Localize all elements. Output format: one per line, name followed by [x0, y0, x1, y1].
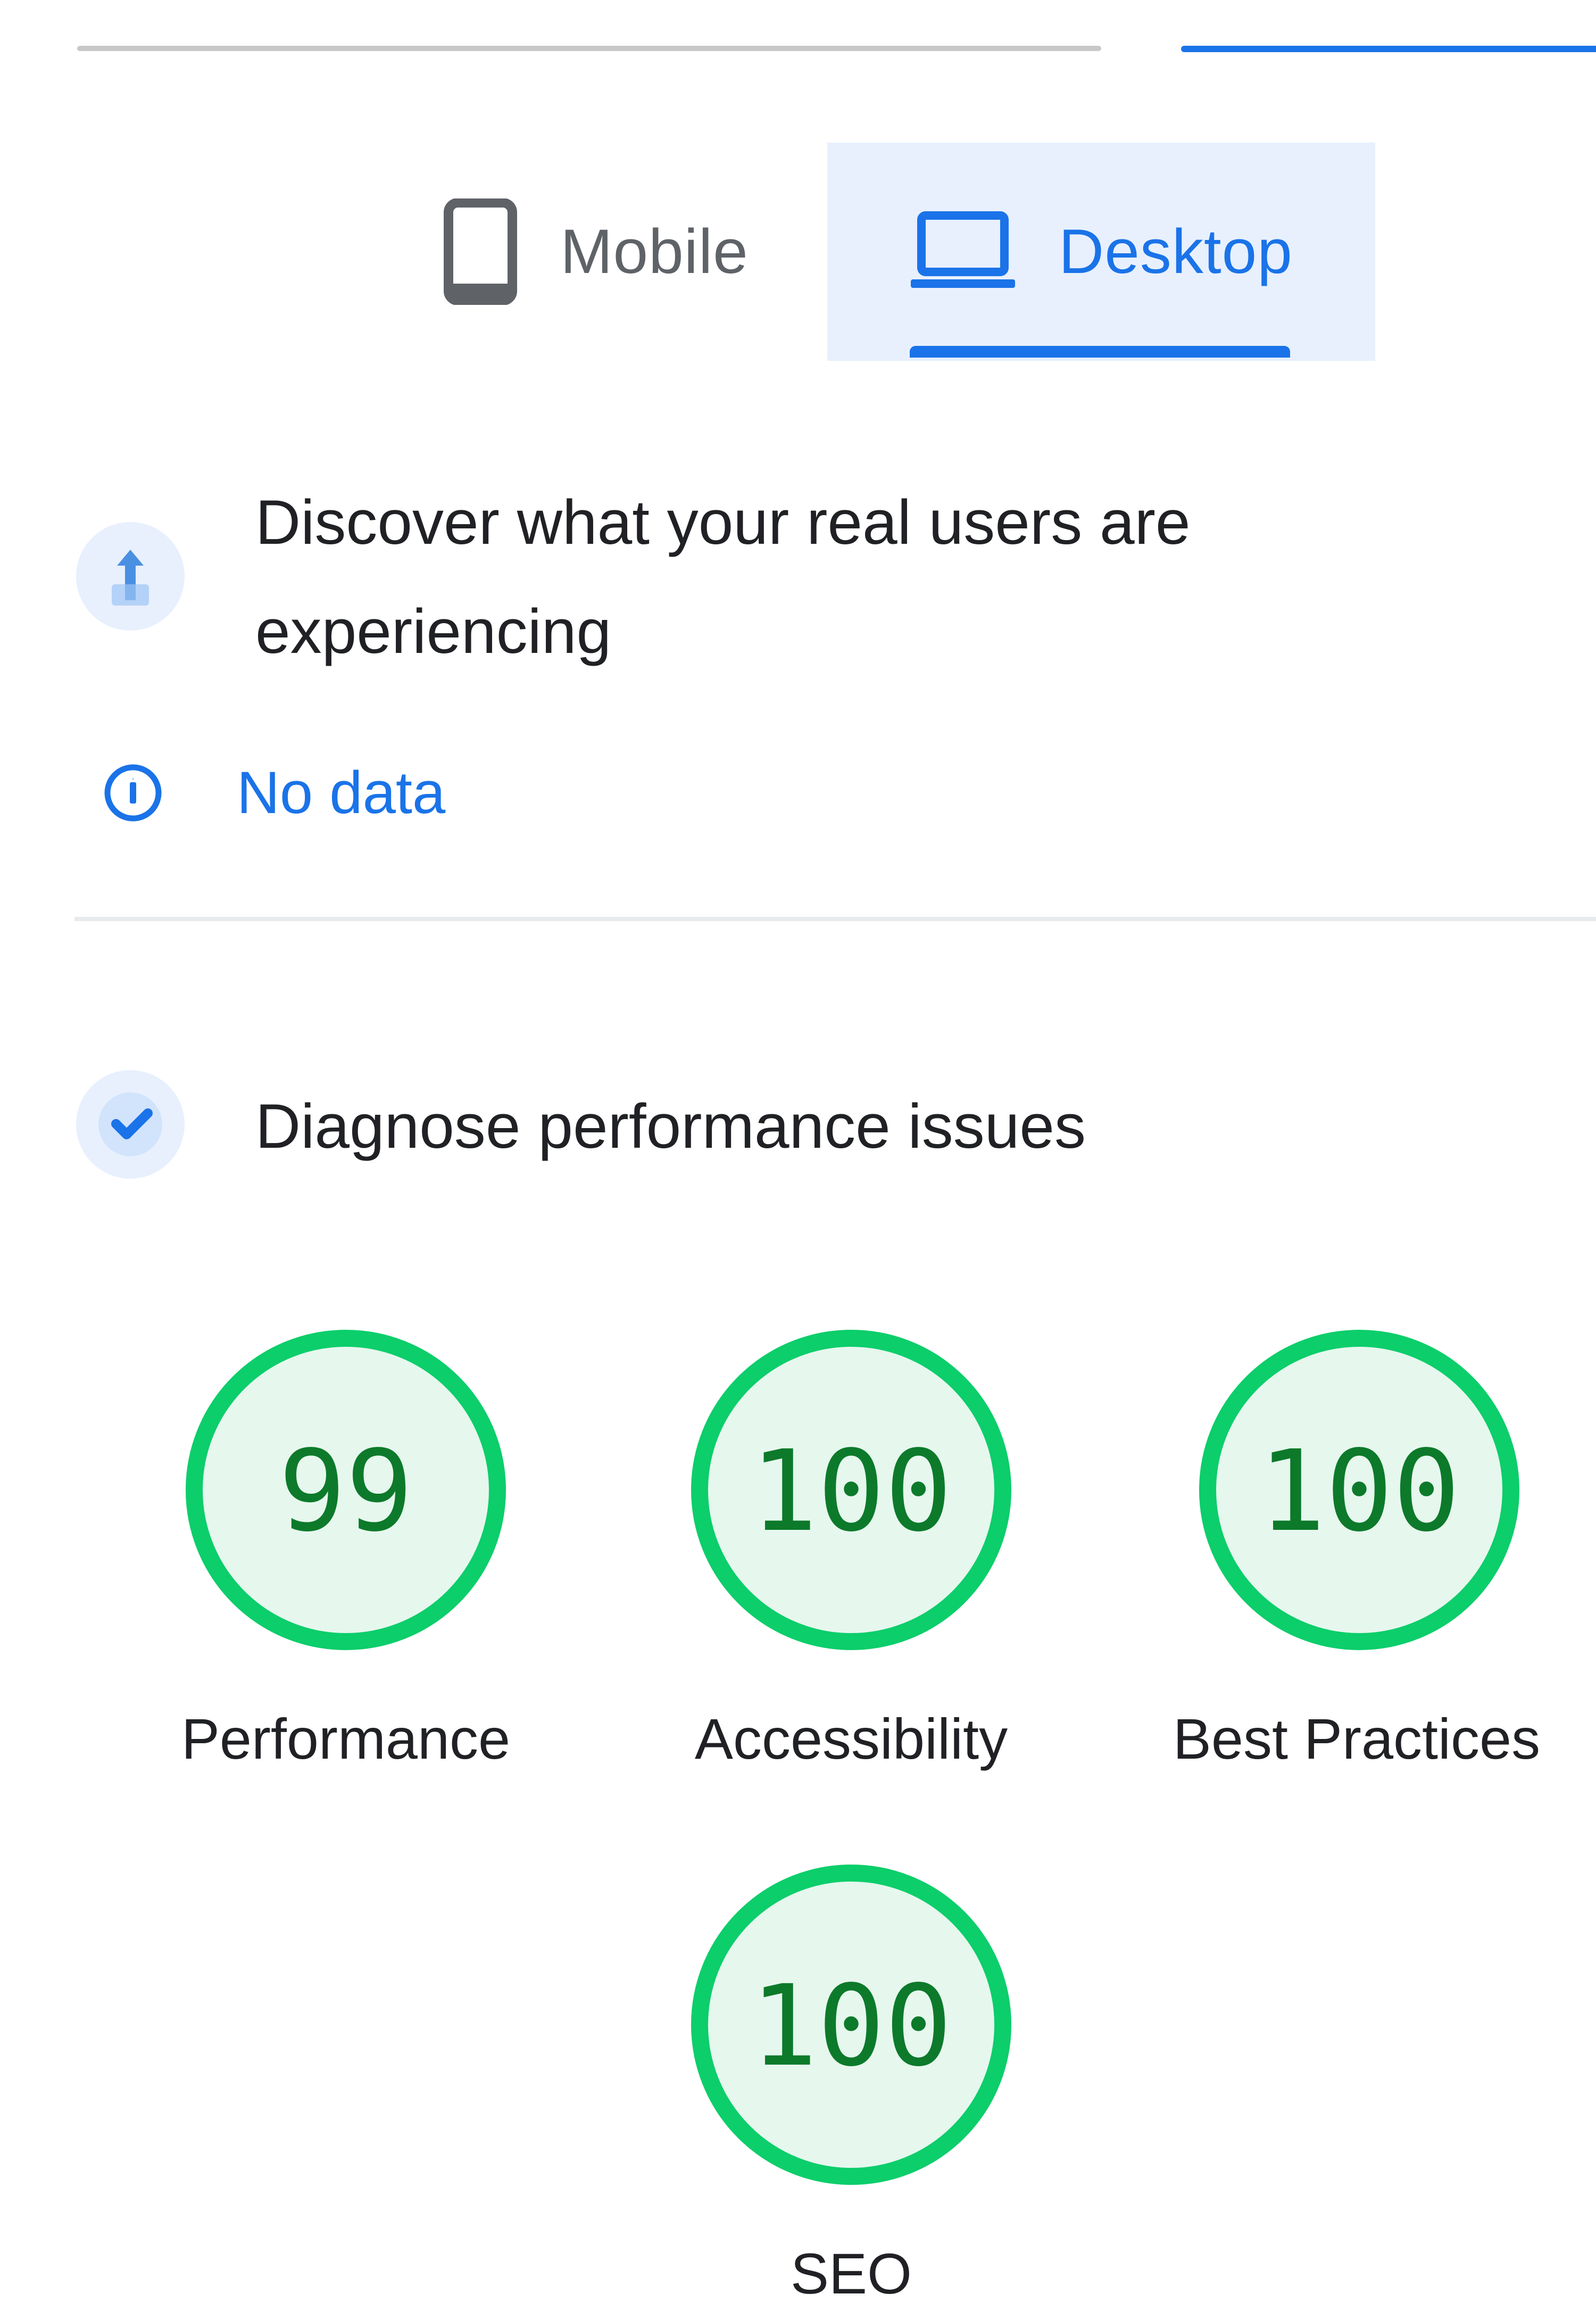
accessibility-label: Accessibility [694, 1707, 1008, 1771]
lab-data-icon [74, 1068, 186, 1180]
field-data-title-line1: Discover what your real users are [255, 487, 1191, 558]
info-icon [104, 764, 162, 821]
tab-strip-active-indicator [1181, 46, 1596, 52]
best-practices-score: 100 [1258, 1426, 1460, 1556]
no-data-label: No data [237, 759, 446, 826]
accessibility-score: 100 [750, 1426, 952, 1556]
laptop-icon [911, 211, 1016, 288]
best-practices-gauge[interactable]: 100 [1194, 1325, 1524, 1655]
accessibility-gauge[interactable]: 100 [686, 1325, 1016, 1655]
lab-data-title: Diagnose performance issues [255, 1091, 1086, 1162]
field-data-title-line2: experiencing [255, 597, 612, 667]
no-data-link[interactable]: No data [101, 758, 445, 827]
phone-icon [444, 198, 518, 305]
seo-label: SEO [790, 2241, 912, 2306]
mobile-tab[interactable]: Mobile [404, 143, 787, 361]
field-data-icon [74, 520, 186, 632]
desktop-tab-label: Desktop [1059, 217, 1293, 287]
performance-label: Performance [181, 1707, 511, 1771]
best-practices-label: Best Practices [1173, 1707, 1541, 1771]
performance-gauge[interactable]: 99 [181, 1325, 511, 1655]
seo-gauge[interactable]: 100 [686, 1860, 1016, 2190]
tab-strip-divider [77, 46, 1101, 51]
section-divider [74, 917, 1596, 921]
desktop-tab[interactable]: Desktop [827, 143, 1375, 361]
mobile-tab-label: Mobile [560, 217, 749, 287]
seo-score: 100 [750, 1961, 952, 2091]
desktop-tab-indicator [910, 346, 1290, 358]
performance-score: 99 [279, 1426, 413, 1556]
